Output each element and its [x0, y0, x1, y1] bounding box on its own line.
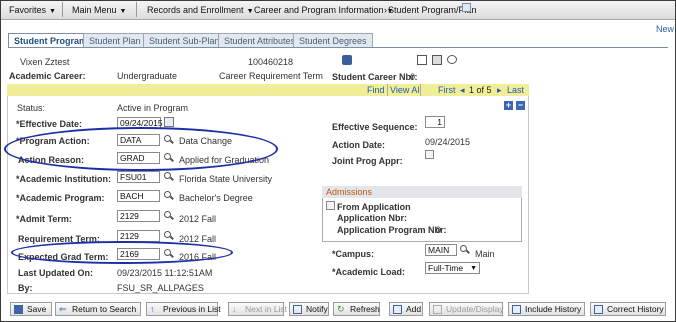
student-career-nbr-value: 0 — [410, 72, 416, 82]
last-link[interactable]: Last — [507, 85, 524, 95]
breadcrumb-career[interactable]: Career and Program Information ▼ — [254, 5, 394, 15]
correct-history-button[interactable]: Correct History — [590, 302, 666, 316]
highlight-ellipse — [11, 241, 233, 264]
previous-in-list-button[interactable]: ↑ Previous in List — [146, 302, 221, 316]
academic-load-label: *Academic Load: — [332, 267, 406, 277]
last-updated-value: 09/23/2015 11:12:51AM — [117, 268, 213, 278]
previous-icon[interactable]: ◂ — [460, 85, 465, 96]
search-icon[interactable] — [164, 211, 173, 220]
student-name: Vixen Zztest — [20, 57, 70, 67]
notify-button[interactable]: Notify — [289, 302, 329, 316]
first-link[interactable]: First — [438, 85, 456, 95]
application-nbr-label: Application Nbr: — [337, 213, 407, 223]
effective-sequence-label: Effective Sequence: — [332, 122, 418, 132]
chevron-down-icon: ▼ — [470, 265, 477, 272]
campus-description: Main — [475, 249, 495, 259]
application-program-nbr-label: Application Program Nbr: — [337, 225, 447, 235]
from-application-label: From Application — [337, 202, 411, 212]
status-label: Status: — [17, 103, 46, 113]
refresh-icon: ↻ — [337, 304, 345, 314]
updated-by-value: FSU_SR_ALLPAGES — [117, 283, 204, 293]
student-career-nbr-label: Student Career Nbr: — [332, 72, 418, 82]
academic-load-select[interactable]: Full-Time ▼ — [425, 262, 480, 274]
joint-prog-appr-label: Joint Prog Appr: — [332, 156, 403, 166]
refresh-button[interactable]: ↻ Refresh — [333, 302, 380, 316]
notify-icon — [293, 305, 302, 314]
print-icon[interactable] — [417, 55, 427, 65]
search-icon[interactable] — [164, 191, 173, 200]
action-date-value: 09/24/2015 — [425, 137, 471, 147]
effective-date-label: *Effective Date: — [16, 119, 83, 129]
top-navigation-bar: Favorites ▼ Main Menu ▼ Records and Enroll… — [0, 0, 676, 20]
campus-input[interactable]: MAIN — [425, 244, 457, 256]
updated-by-label: By: — [18, 283, 33, 293]
admissions-title: Admissions — [322, 186, 522, 198]
highlight-ellipse — [4, 127, 278, 171]
tab-student-program[interactable]: Student Program — [8, 33, 94, 48]
save-icon — [14, 305, 23, 314]
next-in-list-button[interactable]: ↓ Next in List — [228, 302, 287, 316]
last-updated-label: Last Updated On: — [18, 268, 94, 278]
academic-institution-description: Florida State University — [179, 174, 273, 184]
tab-student-attributes[interactable]: Student Attributes — [218, 33, 302, 47]
search-icon[interactable] — [460, 245, 469, 254]
breadcrumb-records[interactable]: Records and Enrollment ▼ — [147, 5, 254, 15]
academic-program-description: Bachelor's Degree — [179, 193, 253, 203]
tab-student-degrees[interactable]: Student Degrees — [293, 33, 373, 47]
bottom-toolbar: Save ⇐ Return to Search ↑ Previous in List… — [6, 302, 670, 316]
dropdown-icon: ▼ — [119, 8, 127, 15]
admit-term-description: 2012 Fall — [179, 214, 217, 224]
action-date-label: Action Date: — [332, 140, 386, 150]
breadcrumb-arrow-icon: › — [384, 5, 387, 15]
academic-institution-input[interactable]: FSU01 — [117, 171, 160, 183]
row-position: 1 of 5 — [469, 85, 492, 95]
grid-navigation-bar: Find View All First ◂ 1 of 5 ▸ Last — [7, 84, 529, 96]
up-arrow-icon: ↑ — [150, 304, 155, 314]
update-display-button[interactable]: Update/Display — [429, 302, 504, 316]
people-icon[interactable] — [342, 55, 352, 65]
tab-student-plan[interactable]: Student Plan — [83, 33, 147, 47]
main-menu[interactable]: Main Menu ▼ — [72, 5, 126, 15]
correct-icon — [594, 305, 603, 314]
favorites-menu[interactable]: Favorites ▼ — [9, 5, 56, 15]
tab-student-sub-plan[interactable]: Student Sub-Plan — [143, 33, 226, 47]
save-button[interactable]: Save — [10, 302, 52, 316]
career-requirement-term-link[interactable]: Career Requirement Term — [219, 71, 323, 81]
find-link[interactable]: Find — [367, 85, 385, 95]
next-icon[interactable]: ▸ — [497, 85, 502, 96]
add-icon — [393, 305, 402, 314]
search-icon[interactable] — [462, 3, 471, 12]
campus-label: *Campus: — [332, 249, 375, 259]
academic-institution-label: *Academic Institution: — [16, 174, 112, 184]
academic-program-input[interactable]: BACH — [117, 190, 160, 202]
calendar-icon[interactable] — [164, 117, 174, 127]
status-value: Active in Program — [117, 103, 189, 113]
search-icon[interactable] — [164, 172, 173, 181]
update-icon — [433, 305, 442, 314]
new-window-link[interactable]: New — [656, 24, 674, 34]
history-icon — [512, 305, 521, 314]
down-arrow-icon: ↓ — [232, 304, 237, 314]
admit-term-input[interactable]: 2129 — [117, 210, 160, 222]
academic-career-value: Undergraduate — [117, 71, 178, 81]
include-history-button[interactable]: Include History — [508, 302, 585, 316]
admit-term-label: *Admit Term: — [16, 214, 72, 224]
return-icon: ⇐ — [59, 304, 67, 314]
effective-sequence-input[interactable]: 1 — [425, 116, 445, 128]
dropdown-icon: ▼ — [49, 8, 56, 15]
joint-prog-appr-checkbox[interactable] — [425, 150, 434, 159]
comment-icon[interactable] — [447, 55, 457, 64]
academic-program-label: *Academic Program: — [16, 193, 105, 203]
from-application-checkbox[interactable] — [326, 201, 335, 210]
application-program-nbr-value: 0 — [436, 225, 442, 235]
breadcrumb-arrow-icon: › — [249, 5, 252, 15]
student-id: 100460218 — [248, 57, 294, 67]
search-icon[interactable] — [164, 231, 173, 240]
return-to-search-button[interactable]: ⇐ Return to Search — [55, 302, 141, 316]
view-all-link[interactable]: View All — [390, 85, 421, 95]
academic-career-label: Academic Career: — [9, 71, 86, 81]
add-button[interactable]: Add — [389, 302, 423, 316]
notes-icon[interactable] — [432, 55, 442, 65]
